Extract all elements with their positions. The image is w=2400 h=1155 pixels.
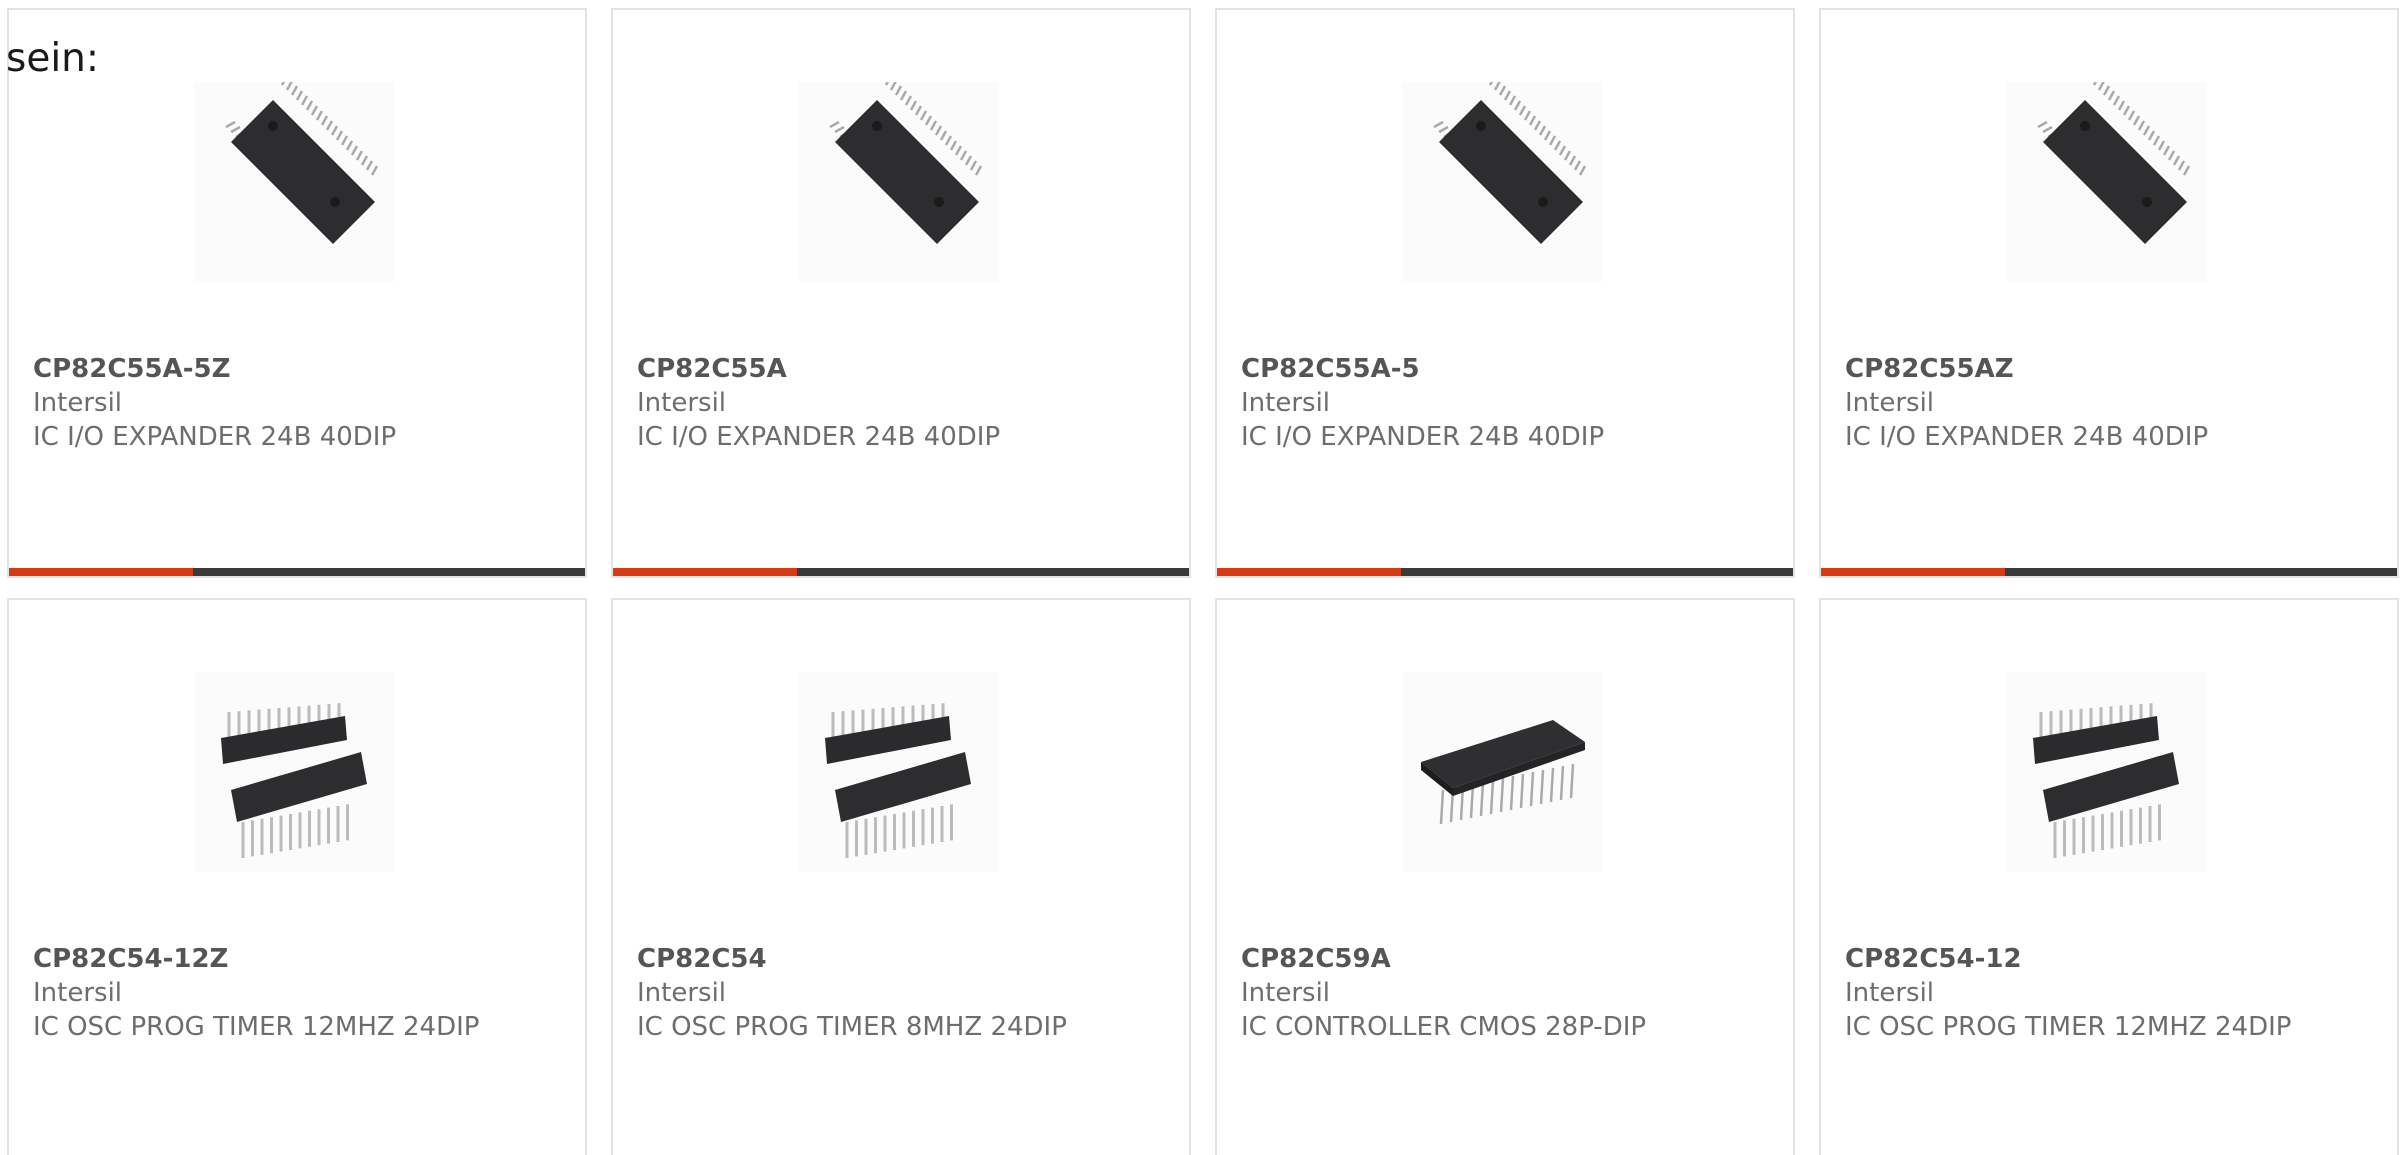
dip24-pair-icon[interactable] — [195, 672, 395, 872]
progress-bar — [1217, 568, 1793, 576]
progress-bar-fill — [1217, 568, 1402, 576]
page: sein: CP82C55A-5Z Intersil IC I/O EXPANDER… — [0, 0, 2400, 1155]
product-info: CP82C54-12 Intersil IC OSC PROG TIMER 12MH… — [1845, 942, 2345, 1044]
part-number-link[interactable]: CP82C55AZ — [1845, 352, 2345, 386]
progress-bar-fill — [1821, 568, 2006, 576]
description-label: IC OSC PROG TIMER 12MHZ 24DIP — [33, 1012, 480, 1042]
part-number-link[interactable]: CP82C55A-5 — [1241, 352, 1741, 386]
product-info: CP82C54-12Z Intersil IC OSC PROG TIMER 12M… — [33, 942, 533, 1044]
manufacturer-label: Intersil — [1845, 978, 1935, 1008]
product-info: CP82C55A Intersil IC I/O EXPANDER 24B 40DI… — [637, 352, 1137, 454]
part-number-link[interactable]: CP82C54-12 — [1845, 942, 2345, 976]
product-info: CP82C55A-5 Intersil IC I/O EXPANDER 24B 40… — [1241, 352, 1741, 454]
part-number-link[interactable]: CP82C55A — [637, 352, 1137, 386]
dip24-pair-icon[interactable] — [799, 672, 999, 872]
progress-bar — [9, 568, 585, 576]
description-label: IC I/O EXPANDER 24B 40DIP — [1845, 422, 2209, 452]
dip40-chip-icon[interactable] — [2007, 82, 2207, 282]
manufacturer-label: Intersil — [1241, 978, 1331, 1008]
dip40-chip-icon[interactable] — [799, 82, 999, 282]
part-number-link[interactable]: CP82C55A-5Z — [33, 352, 533, 386]
progress-bar-fill — [613, 568, 798, 576]
manufacturer-label: Intersil — [33, 388, 123, 418]
manufacturer-label: Intersil — [33, 978, 123, 1008]
dip28-chip-icon[interactable] — [1403, 672, 1603, 872]
dip40-chip-icon[interactable] — [195, 82, 395, 282]
dip24-pair-icon[interactable] — [2007, 672, 2207, 872]
product-grid: CP82C55A-5Z Intersil IC I/O EXPANDER 24B 4… — [7, 8, 2399, 1155]
intro-text: sein: — [6, 36, 100, 81]
product-card[interactable]: CP82C55AZ Intersil IC I/O EXPANDER 24B 40D… — [1819, 8, 2399, 578]
product-info: CP82C55A-5Z Intersil IC I/O EXPANDER 24B 4… — [33, 352, 533, 454]
product-card[interactable]: CP82C55A Intersil IC I/O EXPANDER 24B 40DI… — [611, 8, 1191, 578]
product-info: CP82C55AZ Intersil IC I/O EXPANDER 24B 40D… — [1845, 352, 2345, 454]
part-number-link[interactable]: CP82C54-12Z — [33, 942, 533, 976]
description-label: IC I/O EXPANDER 24B 40DIP — [1241, 422, 1605, 452]
description-label: IC OSC PROG TIMER 12MHZ 24DIP — [1845, 1012, 2292, 1042]
progress-bar-fill — [9, 568, 194, 576]
progress-bar — [1821, 568, 2397, 576]
product-card[interactable]: CP82C54 Intersil IC OSC PROG TIMER 8MHZ 24… — [611, 598, 1191, 1155]
manufacturer-label: Intersil — [1241, 388, 1331, 418]
manufacturer-label: Intersil — [1845, 388, 1935, 418]
manufacturer-label: Intersil — [637, 388, 727, 418]
part-number-link[interactable]: CP82C54 — [637, 942, 1137, 976]
description-label: IC OSC PROG TIMER 8MHZ 24DIP — [637, 1012, 1067, 1042]
description-label: IC I/O EXPANDER 24B 40DIP — [33, 422, 397, 452]
part-number-link[interactable]: CP82C59A — [1241, 942, 1741, 976]
product-info: CP82C54 Intersil IC OSC PROG TIMER 8MHZ 24… — [637, 942, 1137, 1044]
description-label: IC I/O EXPANDER 24B 40DIP — [637, 422, 1001, 452]
product-card[interactable]: CP82C54-12Z Intersil IC OSC PROG TIMER 12M… — [7, 598, 587, 1155]
product-card[interactable]: CP82C59A Intersil IC CONTROLLER CMOS 28P-D… — [1215, 598, 1795, 1155]
progress-bar — [613, 568, 1189, 576]
description-label: IC CONTROLLER CMOS 28P-DIP — [1241, 1012, 1647, 1042]
dip40-chip-icon[interactable] — [1403, 82, 1603, 282]
product-card[interactable]: CP82C55A-5 Intersil IC I/O EXPANDER 24B 40… — [1215, 8, 1795, 578]
product-card[interactable]: CP82C55A-5Z Intersil IC I/O EXPANDER 24B 4… — [7, 8, 587, 578]
product-info: CP82C59A Intersil IC CONTROLLER CMOS 28P-D… — [1241, 942, 1741, 1044]
product-card[interactable]: CP82C54-12 Intersil IC OSC PROG TIMER 12MH… — [1819, 598, 2399, 1155]
manufacturer-label: Intersil — [637, 978, 727, 1008]
